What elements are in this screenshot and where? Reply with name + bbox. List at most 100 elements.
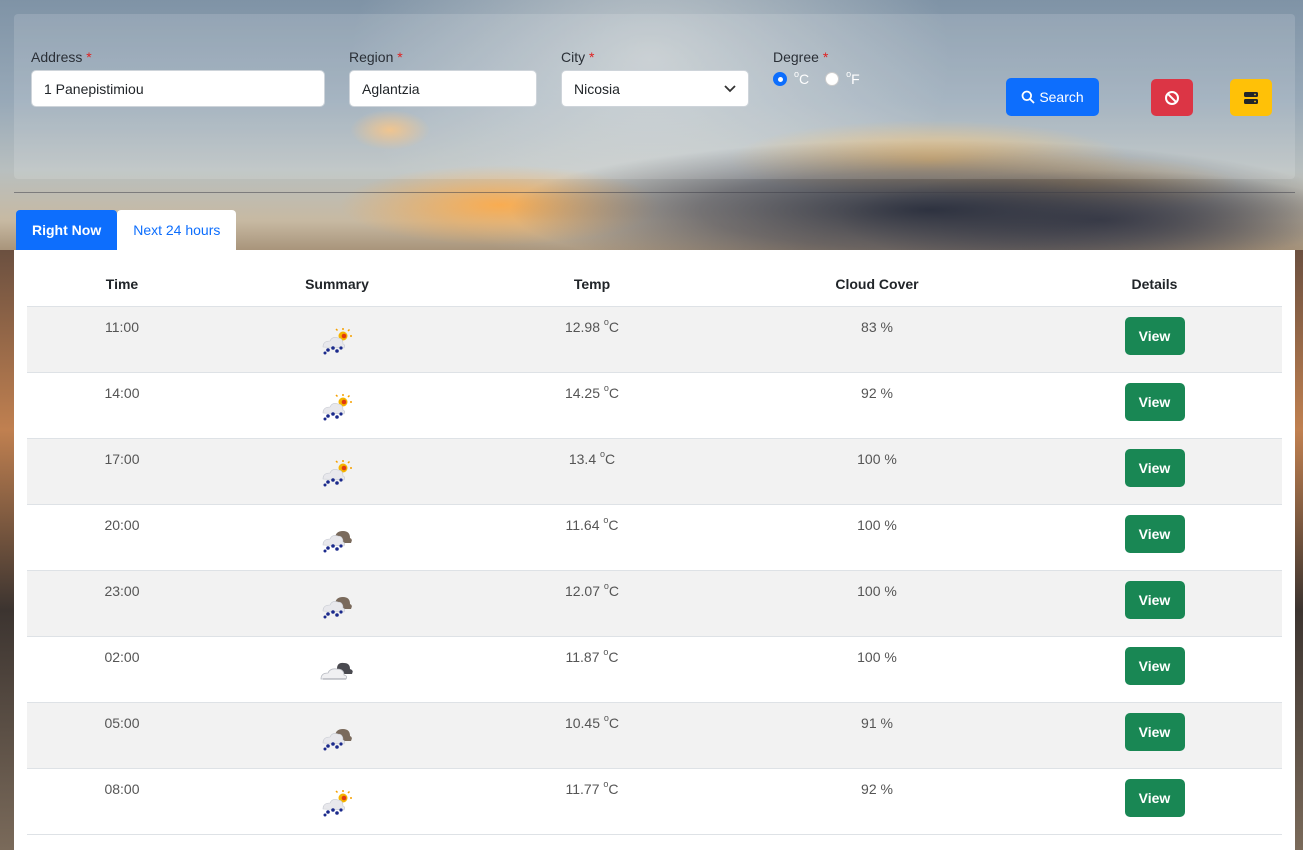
temp-cell: 12.07 oC xyxy=(457,570,727,637)
view-details-button[interactable]: View xyxy=(1124,514,1185,553)
cloud-cover-value: 91 % xyxy=(861,714,893,731)
celsius-radio-label: oC xyxy=(794,69,810,87)
table-row: 20:00 11.64 oC 100 % View xyxy=(27,504,1282,571)
degree-label-text: Degree xyxy=(773,49,819,65)
column-header-time: Time xyxy=(27,262,217,307)
address-label: Address * xyxy=(31,49,92,65)
favorites-button[interactable] xyxy=(1230,79,1272,116)
required-marker: * xyxy=(397,49,403,65)
time-cell: 02:00 xyxy=(27,636,217,703)
celsius-radio[interactable] xyxy=(773,72,787,86)
search-icon xyxy=(1021,90,1035,104)
rain-sun-icon xyxy=(317,459,357,490)
view-details-button[interactable]: View xyxy=(1124,316,1185,355)
cloud-cover-cell: 100 % xyxy=(727,570,1027,637)
view-details-button[interactable]: View xyxy=(1124,778,1185,817)
table-row: 17:00 13.4 oC 100 % View xyxy=(27,438,1282,505)
summary-cell xyxy=(217,504,457,571)
temp-value: 13.4 oC xyxy=(568,448,616,467)
time-value: 05:00 xyxy=(104,714,140,731)
cloud-cover-cell: 92 % xyxy=(727,372,1027,439)
tab-right-now[interactable]: Right Now xyxy=(16,210,118,250)
forecast-content: Time Summary Temp Cloud Cover Details 11… xyxy=(14,250,1295,850)
fahrenheit-radio-label: oF xyxy=(846,69,860,87)
summary-cell xyxy=(217,570,457,637)
details-cell: View xyxy=(1027,438,1282,505)
table-row: 14:00 14.25 oC 92 % View xyxy=(27,372,1282,439)
temp-cell: 14.25 oC xyxy=(457,372,727,439)
cloud-cover-value: 100 % xyxy=(857,450,897,467)
view-details-button[interactable]: View xyxy=(1124,712,1185,751)
ban-icon xyxy=(1165,90,1179,105)
summary-cell xyxy=(217,306,457,373)
time-value: 17:00 xyxy=(104,450,140,467)
table-row: 05:00 10.45 oC 91 % View xyxy=(27,702,1282,769)
required-marker: * xyxy=(86,49,92,65)
table-header-row: Time Summary Temp Cloud Cover Details xyxy=(27,262,1282,307)
rain-cloud-icon xyxy=(317,596,357,622)
cloud-cover-cell: 100 % xyxy=(727,438,1027,505)
cloud-cover-cell: 92 % xyxy=(727,768,1027,835)
time-cell: 14:00 xyxy=(27,372,217,439)
required-marker: * xyxy=(822,49,829,65)
temp-value: 11.64 oC xyxy=(565,514,619,533)
column-header-details: Details xyxy=(1027,262,1282,307)
view-details-button[interactable]: View xyxy=(1124,382,1185,421)
city-select[interactable]: Nicosia xyxy=(561,70,749,107)
column-header-summary: Summary xyxy=(217,262,457,307)
details-cell: View xyxy=(1027,768,1282,835)
cloud-cover-value: 92 % xyxy=(861,384,893,401)
time-value: 02:00 xyxy=(104,648,140,665)
temp-cell: 12.98 oC xyxy=(457,306,727,373)
chevron-down-icon xyxy=(724,84,736,92)
region-input[interactable] xyxy=(349,70,537,107)
temp-cell: 13.4 oC xyxy=(457,438,727,505)
degree-label: Degree * xyxy=(773,49,828,65)
city-select-value: Nicosia xyxy=(574,80,620,97)
cloud-cover-cell: 100 % xyxy=(727,636,1027,703)
view-details-button[interactable]: View xyxy=(1124,580,1185,619)
temp-value: 10.45 oC xyxy=(564,712,620,731)
forecast-table: Time Summary Temp Cloud Cover Details 11… xyxy=(27,262,1282,835)
rain-sun-icon xyxy=(317,393,357,424)
time-value: 14:00 xyxy=(104,384,140,401)
region-label-text: Region xyxy=(349,49,394,65)
region-label: Region * xyxy=(349,49,403,65)
time-value: 23:00 xyxy=(104,582,140,599)
tab-next-24-hours[interactable]: Next 24 hours xyxy=(117,210,237,250)
search-button[interactable]: Search xyxy=(1006,78,1099,116)
degree-radio-group: oC oF xyxy=(773,69,876,87)
details-cell: View xyxy=(1027,702,1282,769)
clear-button[interactable] xyxy=(1151,79,1193,116)
time-cell: 20:00 xyxy=(27,504,217,571)
temp-value: 11.87 oC xyxy=(565,646,619,665)
summary-cell xyxy=(217,702,457,769)
background-edge-left xyxy=(0,250,14,850)
view-details-button[interactable]: View xyxy=(1124,646,1185,685)
time-cell: 23:00 xyxy=(27,570,217,637)
table-row: 08:00 11.77 oC 92 % View xyxy=(27,768,1282,835)
fahrenheit-radio[interactable] xyxy=(825,72,840,86)
cloud-cover-value: 83 % xyxy=(861,318,893,335)
summary-cell xyxy=(217,768,457,835)
cloud-cover-value: 92 % xyxy=(861,780,893,797)
view-details-button[interactable]: View xyxy=(1124,448,1185,487)
summary-cell xyxy=(217,438,457,505)
city-label: City * xyxy=(561,49,594,65)
cloud-cover-cell: 83 % xyxy=(727,306,1027,373)
details-cell: View xyxy=(1027,372,1282,439)
summary-cell xyxy=(217,372,457,439)
required-marker: * xyxy=(589,49,595,65)
rain-cloud-icon xyxy=(317,530,357,556)
table-row: 02:00 11.87 oC 100 % View xyxy=(27,636,1282,703)
time-cell: 17:00 xyxy=(27,438,217,505)
cloud-cover-value: 100 % xyxy=(857,516,897,533)
cloud-cover-value: 100 % xyxy=(857,582,897,599)
temp-value: 12.98 oC xyxy=(564,316,620,335)
time-cell: 08:00 xyxy=(27,768,217,835)
table-row: 11:00 12.98 oC 83 % View xyxy=(27,306,1282,373)
temp-value: 11.77 oC xyxy=(565,778,619,797)
address-input[interactable] xyxy=(31,70,325,107)
address-label-text: Address xyxy=(31,49,83,65)
details-cell: View xyxy=(1027,570,1282,637)
